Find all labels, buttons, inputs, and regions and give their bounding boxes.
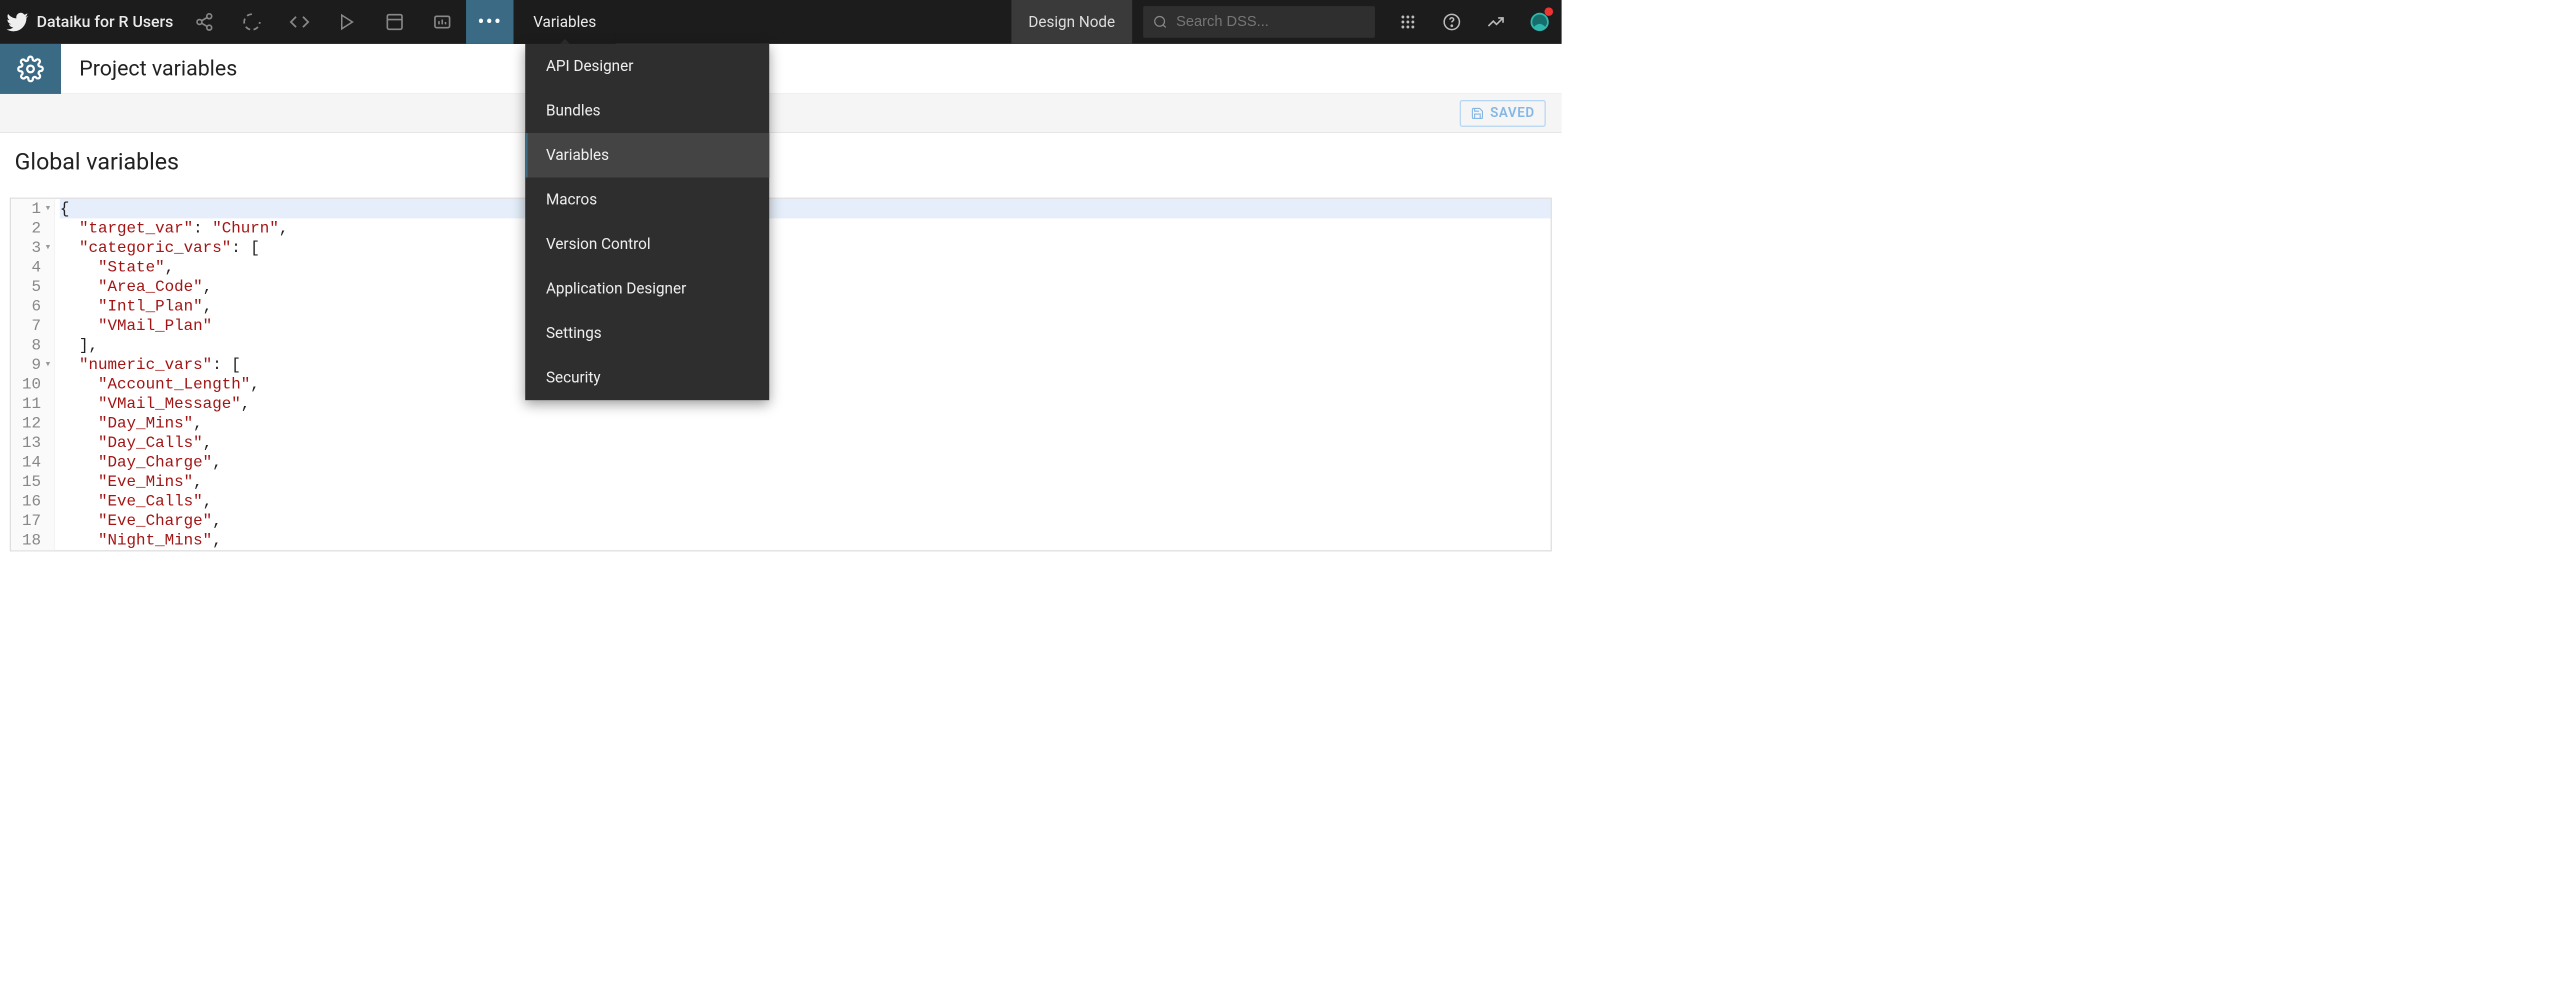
code-line[interactable]: "VMail_Plan" <box>60 316 1551 336</box>
code-line[interactable]: "Eve_Calls", <box>60 492 1551 512</box>
gutter-line: 14 <box>11 453 54 473</box>
sub-header: Project variables <box>0 44 1562 94</box>
gutter-line: 6 <box>11 296 54 316</box>
gutter-line: 3▾ <box>11 238 54 258</box>
code-line[interactable]: "Account_Length", <box>60 375 1551 395</box>
top-nav: Dataiku for R Users ••• Variables Design… <box>0 0 1562 44</box>
dropdown-item-variables[interactable]: Variables <box>525 133 769 178</box>
lifecycle-icon[interactable] <box>228 0 276 44</box>
dropdown-item-macros[interactable]: Macros <box>525 178 769 223</box>
code-line[interactable]: "categoric_vars": [ <box>60 238 1551 258</box>
breadcrumb-label: Variables <box>533 13 596 31</box>
saved-label: SAVED <box>1490 106 1535 121</box>
gutter-line: 2 <box>11 218 54 238</box>
gutter-line: 12 <box>11 414 54 434</box>
saved-badge: SAVED <box>1460 100 1546 127</box>
code-editor[interactable]: 1▾23▾456789▾101112131415161718 { "target… <box>10 198 1552 552</box>
code-line[interactable]: "Night_Mins", <box>60 531 1551 551</box>
gutter-line: 11 <box>11 394 54 414</box>
node-label[interactable]: Design Node <box>1011 0 1132 44</box>
code-line[interactable]: "Day_Charge", <box>60 453 1551 473</box>
help-icon[interactable] <box>1430 0 1474 44</box>
bird-logo-icon[interactable] <box>0 10 37 34</box>
gutter-line: 16 <box>11 492 54 512</box>
code-line[interactable]: "Eve_Charge", <box>60 511 1551 531</box>
code-line[interactable]: "numeric_vars": [ <box>60 355 1551 375</box>
section-heading: Global variables <box>10 149 1552 176</box>
activity-icon[interactable] <box>1474 0 1518 44</box>
apps-grid-icon[interactable] <box>1386 0 1430 44</box>
gutter: 1▾23▾456789▾101112131415161718 <box>11 199 55 550</box>
code-line[interactable]: { <box>60 199 1551 219</box>
gutter-line: 15 <box>11 472 54 492</box>
code-line[interactable]: ], <box>60 336 1551 356</box>
tail-icons <box>1386 0 1562 44</box>
search-box[interactable] <box>1143 6 1375 38</box>
dashboard-icon[interactable] <box>371 0 419 44</box>
dropdown-item-bundles[interactable]: Bundles <box>525 88 769 133</box>
code-line[interactable]: "target_var": "Churn", <box>60 218 1551 238</box>
page-title: Project variables <box>61 56 256 81</box>
gutter-line: 5 <box>11 277 54 297</box>
code-area[interactable]: { "target_var": "Churn", "categoric_vars… <box>55 199 1551 550</box>
insight-icon[interactable] <box>419 0 467 44</box>
code-line[interactable]: "Eve_Mins", <box>60 472 1551 492</box>
dropdown-item-application-designer[interactable]: Application Designer <box>525 267 769 312</box>
gutter-line: 8 <box>11 336 54 356</box>
more-menu-icon[interactable]: ••• <box>466 0 514 44</box>
search-input[interactable] <box>1176 13 1365 30</box>
more-dropdown: API DesignerBundlesVariablesMacrosVersio… <box>525 44 769 400</box>
breadcrumb-variables[interactable]: Variables <box>514 0 616 44</box>
gutter-line: 17 <box>11 511 54 531</box>
gutter-line: 4 <box>11 257 54 277</box>
code-line[interactable]: "Day_Calls", <box>60 433 1551 453</box>
code-line[interactable]: "Day_Mins", <box>60 414 1551 434</box>
notification-dot-icon <box>1545 7 1554 16</box>
code-line[interactable]: "Intl_Plan", <box>60 296 1551 316</box>
dropdown-item-settings[interactable]: Settings <box>525 311 769 356</box>
code-line[interactable]: "Area_Code", <box>60 277 1551 297</box>
gutter-line: 7 <box>11 316 54 336</box>
flow-icon[interactable] <box>181 0 229 44</box>
user-avatar-icon[interactable] <box>1518 0 1562 44</box>
project-name[interactable]: Dataiku for R Users <box>37 13 181 31</box>
dropdown-item-version-control[interactable]: Version Control <box>525 222 769 267</box>
gutter-line: 13 <box>11 433 54 453</box>
toolbar: SAVED <box>0 94 1562 133</box>
code-line[interactable]: "State", <box>60 257 1551 277</box>
content: Global variables 1▾23▾456789▾10111213141… <box>0 133 1562 567</box>
save-icon <box>1471 106 1484 119</box>
dropdown-item-api-designer[interactable]: API Designer <box>525 44 769 89</box>
run-icon[interactable] <box>323 0 371 44</box>
code-icon[interactable] <box>276 0 324 44</box>
gutter-line: 9▾ <box>11 355 54 375</box>
dropdown-item-security[interactable]: Security <box>525 356 769 401</box>
gutter-line: 18 <box>11 531 54 551</box>
settings-gear-icon[interactable] <box>0 44 61 94</box>
gutter-line: 1▾ <box>11 199 54 219</box>
search-icon <box>1153 14 1168 30</box>
gutter-line: 10 <box>11 375 54 395</box>
code-line[interactable]: "VMail_Message", <box>60 394 1551 414</box>
